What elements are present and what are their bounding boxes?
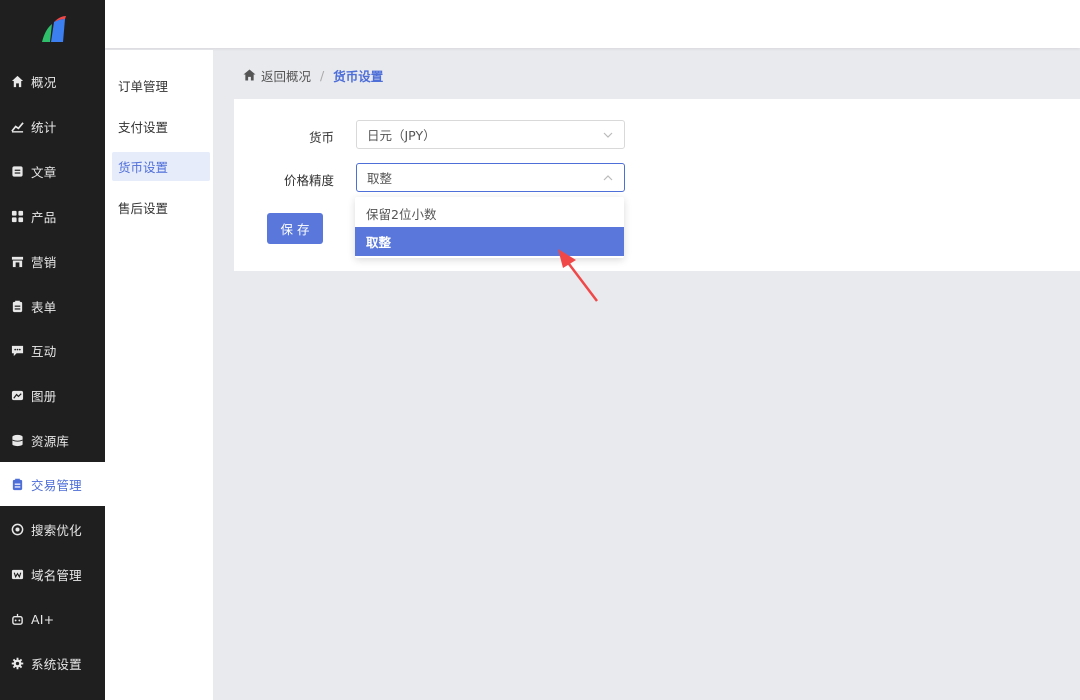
currency-select[interactable]: 日元（JPY）	[356, 120, 625, 149]
domain-icon	[10, 567, 24, 581]
submenu-item-order-management[interactable]: 订单管理	[112, 71, 210, 100]
sidebar-item-articles[interactable]: 文章	[0, 149, 105, 193]
breadcrumb-back-link[interactable]: 返回概况	[261, 66, 311, 85]
main-sidebar: 概况 统计 文章 产品 营销 表单 互动 图册 资源库 交易管理 搜索优化 域名…	[0, 0, 105, 700]
sidebar-item-interaction[interactable]: 互动	[0, 328, 105, 372]
submenu-item-label: 货币设置	[118, 160, 169, 175]
clipboard-icon	[10, 477, 24, 491]
sidebar-item-label: 系统设置	[31, 656, 82, 672]
robot-icon	[10, 612, 24, 626]
sidebar-item-domains[interactable]: 域名管理	[0, 552, 105, 596]
breadcrumb: 返回概况 / 货币设置	[243, 66, 383, 84]
chevron-down-icon	[603, 132, 613, 138]
submenu-item-after-sales-settings[interactable]: 售后设置	[112, 193, 210, 222]
breadcrumb-separator: /	[320, 67, 325, 83]
image-icon	[10, 388, 24, 402]
dropdown-option-round[interactable]: 取整	[355, 227, 624, 256]
currency-label: 货币	[308, 130, 334, 145]
sidebar-item-label: 交易管理	[31, 477, 82, 493]
article-icon	[10, 164, 24, 178]
submenu-item-currency-settings[interactable]: 货币设置	[112, 152, 210, 181]
top-header-bar	[105, 0, 1080, 48]
sidebar-item-seo[interactable]: 搜索优化	[0, 507, 105, 551]
sidebar-item-ai[interactable]: AI+	[0, 597, 105, 641]
chat-icon	[10, 343, 24, 357]
price-precision-label: 价格精度	[283, 173, 334, 188]
sidebar-item-label: 统计	[31, 119, 57, 135]
sidebar-item-label: 资源库	[31, 433, 70, 449]
sub-menu: 订单管理 支付设置 货币设置 售后设置	[105, 50, 213, 700]
price-precision-select-value: 取整	[367, 171, 393, 186]
sidebar-item-transactions[interactable]: 交易管理	[0, 462, 105, 506]
submenu-item-label: 售后设置	[118, 201, 169, 216]
dropdown-option-label: 取整	[366, 235, 392, 250]
submenu-item-label: 支付设置	[118, 120, 169, 135]
sidebar-item-label: 图册	[31, 388, 57, 404]
sidebar-item-label: 文章	[31, 164, 57, 180]
dropdown-option-two-decimals[interactable]: 保留2位小数	[355, 199, 624, 228]
grid-icon	[10, 209, 24, 223]
sidebar-item-resources[interactable]: 资源库	[0, 418, 105, 462]
home-icon	[10, 74, 24, 88]
gear-icon	[10, 656, 24, 670]
database-icon	[10, 433, 24, 447]
dropdown-option-label: 保留2位小数	[366, 207, 437, 222]
app-logo[interactable]	[0, 0, 105, 58]
sidebar-item-statistics[interactable]: 统计	[0, 104, 105, 148]
home-icon[interactable]	[243, 69, 256, 81]
sidebar-item-forms[interactable]: 表单	[0, 284, 105, 328]
sidebar-item-label: 表单	[31, 299, 57, 315]
sidebar-item-label: 域名管理	[31, 567, 82, 583]
submenu-item-payment-settings[interactable]: 支付设置	[112, 112, 210, 141]
sidebar-item-overview[interactable]: 概况	[0, 59, 105, 103]
logo-icon	[41, 16, 66, 42]
chevron-up-icon	[603, 175, 613, 181]
form-icon	[10, 299, 24, 313]
sidebar-item-label: 概况	[31, 74, 57, 90]
save-button[interactable]: 保存	[267, 213, 323, 244]
store-icon	[10, 254, 24, 268]
submenu-item-label: 订单管理	[118, 79, 169, 94]
currency-select-value: 日元（JPY）	[367, 128, 436, 143]
breadcrumb-current: 货币设置	[333, 68, 384, 84]
price-precision-select[interactable]: 取整	[356, 163, 625, 192]
sidebar-item-marketing[interactable]: 营销	[0, 239, 105, 283]
sidebar-item-products[interactable]: 产品	[0, 194, 105, 238]
sidebar-item-label: 互动	[31, 343, 57, 359]
sidebar-item-label: 营销	[31, 254, 57, 270]
sidebar-item-label: 产品	[31, 209, 57, 225]
price-precision-dropdown: 保留2位小数 取整	[355, 197, 624, 258]
sidebar-item-gallery[interactable]: 图册	[0, 373, 105, 417]
sidebar-item-label: AI+	[31, 611, 55, 627]
target-icon	[10, 522, 24, 536]
chart-icon	[10, 119, 24, 133]
sidebar-item-label: 搜索优化	[31, 522, 82, 538]
sidebar-item-system-settings[interactable]: 系统设置	[0, 641, 105, 685]
